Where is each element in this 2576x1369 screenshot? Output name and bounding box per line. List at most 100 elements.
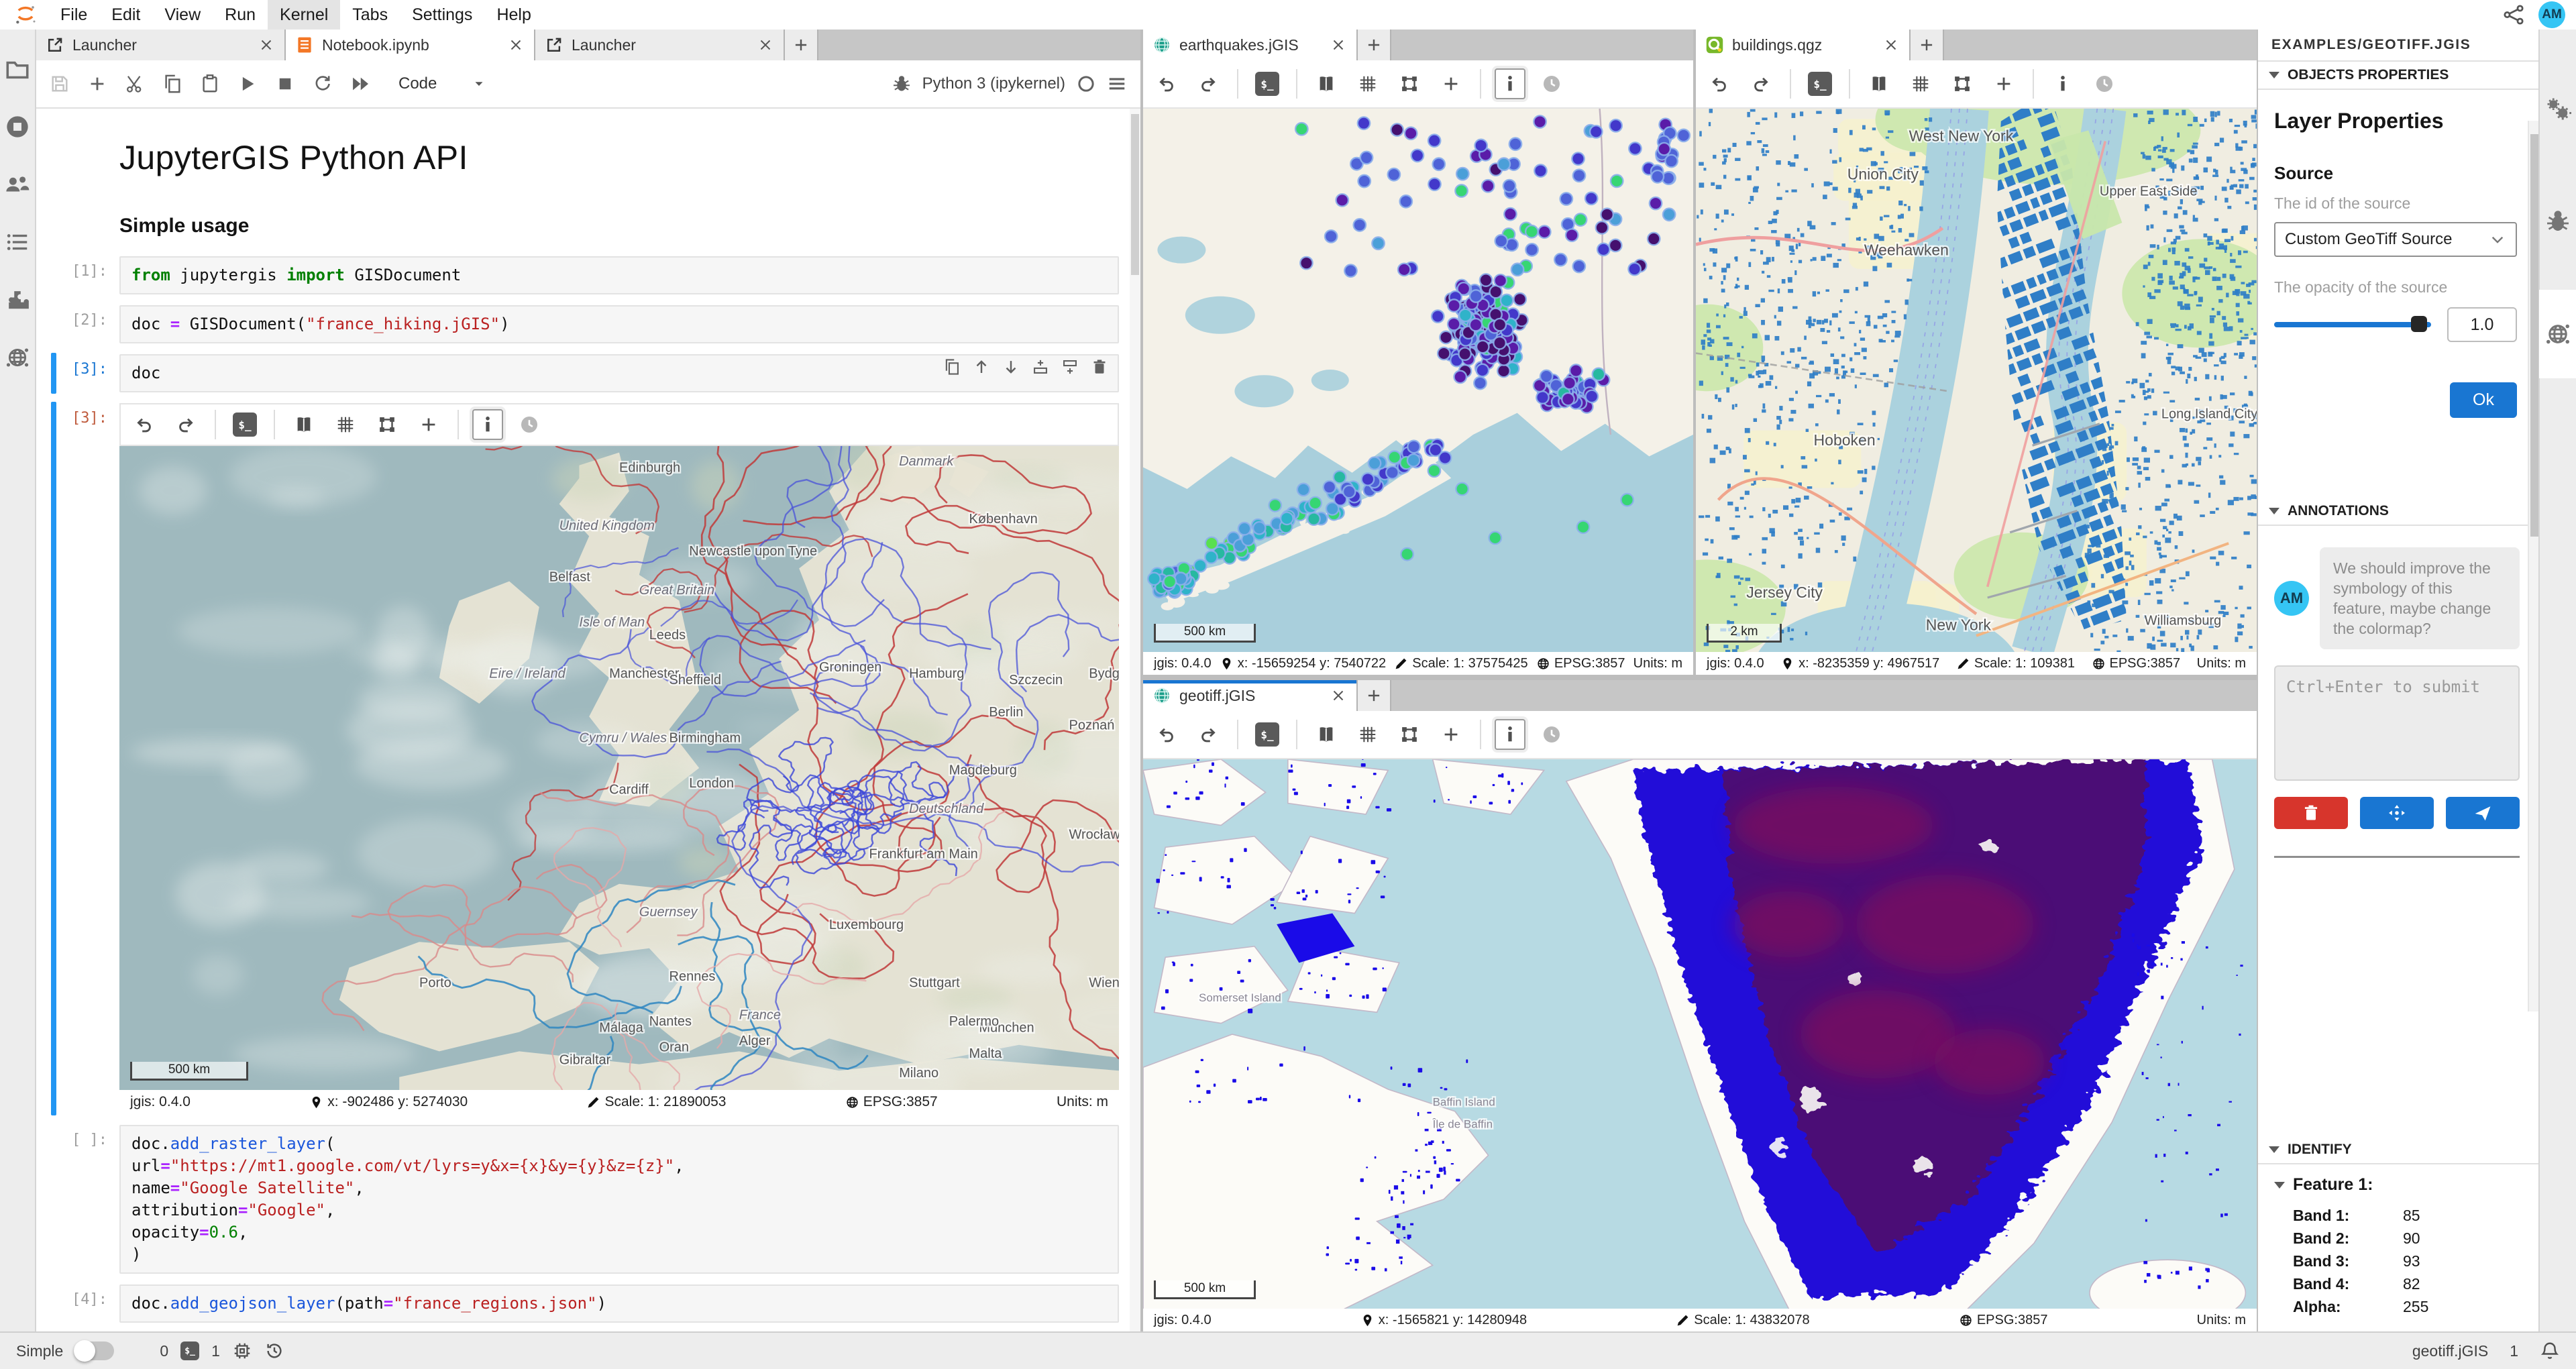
france-map[interactable]: 500 kmEdinburghUnited KingdomNewcastle u… [119, 446, 1119, 1090]
console-button[interactable]: $_ [1805, 68, 1835, 99]
basemap-button[interactable] [288, 409, 319, 440]
cut-cell-button[interactable] [125, 74, 145, 94]
select-button[interactable] [1394, 68, 1425, 99]
center-annotation-button[interactable] [2360, 797, 2434, 829]
opacity-input[interactable]: 1.0 [2447, 307, 2517, 342]
redo-button[interactable] [1193, 68, 1224, 99]
copy-cell-button[interactable] [162, 74, 182, 94]
select-button[interactable] [372, 409, 402, 440]
debugger-button[interactable] [892, 74, 912, 94]
earthquakes-map[interactable]: 500 km [1143, 109, 1693, 652]
delete-cell-button[interactable] [1091, 358, 1108, 376]
extensions-icon[interactable] [5, 287, 30, 313]
console-button[interactable]: $_ [1252, 719, 1283, 750]
new-tab-button[interactable] [1358, 30, 1391, 60]
annotation-input[interactable] [2274, 665, 2520, 781]
menu-tabs[interactable]: Tabs [340, 0, 400, 30]
identify-header[interactable]: IDENTIFY [2258, 1136, 2538, 1164]
table-of-contents-icon[interactable] [5, 229, 30, 255]
close-tab-icon[interactable] [1330, 687, 1347, 704]
grid-button[interactable] [1352, 68, 1383, 99]
identify-button[interactable] [472, 409, 503, 440]
select-button[interactable] [1394, 719, 1425, 750]
grid-button[interactable] [330, 409, 361, 440]
jupytergis-panel-icon[interactable] [5, 345, 30, 370]
new-tab-button[interactable] [1358, 680, 1391, 711]
close-tab-icon[interactable] [1882, 36, 1900, 54]
notebook-cell[interactable]: Simple usage [36, 196, 1140, 251]
basemap-button[interactable] [1864, 68, 1894, 99]
notebook-cell[interactable]: [4]:'d1b1b17e-9f69-4b0f-b5b6-3b5aeb0c0df… [36, 1328, 1140, 1331]
close-tab-icon[interactable] [1330, 36, 1347, 54]
kernel-name[interactable]: Python 3 (ipykernel) [922, 74, 1065, 93]
basemap-button[interactable] [1311, 68, 1342, 99]
code-editor[interactable]: doc.add_raster_layer( url="https://mt1.g… [119, 1125, 1119, 1274]
simple-mode-toggle[interactable] [74, 1341, 114, 1360]
sidebar-scrollbar[interactable] [2528, 121, 2538, 1011]
code-editor[interactable]: doc.add_geojson_layer(path="france_regio… [119, 1284, 1119, 1323]
add-layer-button[interactable] [1436, 68, 1466, 99]
sidebar-tab-property-inspector[interactable] [2539, 64, 2576, 153]
paste-cell-button[interactable] [200, 74, 220, 94]
menu-file[interactable]: File [48, 0, 99, 30]
buildings-map[interactable]: 2 km West New YorkUnion CityUpper East S… [1696, 109, 2257, 652]
close-tab-icon[interactable] [757, 36, 774, 54]
code-editor[interactable]: doc = GISDocument("france_hiking.jGIS") [119, 305, 1119, 343]
temporal-controller-button[interactable] [514, 409, 545, 440]
sidebar-tab-debugger[interactable] [2539, 177, 2576, 266]
user-avatar[interactable]: AM [2538, 1, 2565, 28]
new-launcher-button[interactable] [785, 30, 818, 60]
close-tab-icon[interactable] [258, 36, 275, 54]
terminal-icon[interactable]: $_ [180, 1341, 199, 1360]
notebook-cell[interactable]: [ ]:doc.add_raster_layer( url="https://m… [36, 1119, 1140, 1279]
grid-button[interactable] [1905, 68, 1936, 99]
menu-view[interactable]: View [152, 0, 213, 30]
tab-launcher[interactable]: Launcher [535, 30, 785, 60]
cell-type-dropdown[interactable]: Code [398, 74, 486, 93]
redo-button[interactable] [1193, 719, 1224, 750]
tab-launcher[interactable]: Launcher [36, 30, 286, 60]
opacity-slider[interactable] [2274, 322, 2431, 327]
temporal-controller-button[interactable] [2089, 68, 2120, 99]
new-tab-button[interactable] [1911, 30, 1944, 60]
undo-button[interactable] [129, 409, 160, 440]
select-button[interactable] [1947, 68, 1978, 99]
notebook-cell[interactable]: [4]:doc.add_geojson_layer(path="france_r… [36, 1279, 1140, 1328]
add-cell-button[interactable] [87, 74, 107, 94]
submit-annotation-button[interactable] [2446, 797, 2520, 829]
undo-button[interactable] [1151, 719, 1182, 750]
duplicate-cell-button[interactable] [943, 358, 961, 376]
share-icon[interactable] [2502, 3, 2525, 26]
delete-annotation-button[interactable] [2274, 797, 2348, 829]
insert-cell-above-button[interactable] [1032, 358, 1049, 376]
tab-earthquakes-jgis[interactable]: earthquakes.jGIS [1143, 30, 1358, 60]
annotations-header[interactable]: ANNOTATIONS [2258, 498, 2538, 526]
close-tab-icon[interactable] [507, 36, 525, 54]
identify-button[interactable] [2047, 68, 2078, 99]
ok-button[interactable]: Ok [2450, 382, 2517, 418]
menu-edit[interactable]: Edit [99, 0, 152, 30]
objects-properties-header[interactable]: OBJECTS PROPERTIES [2258, 62, 2538, 90]
tab-geotiff-jgis[interactable]: geotiff.jGIS [1143, 680, 1358, 711]
move-cell-down-button[interactable] [1002, 358, 1020, 376]
tab-buildings-qgz[interactable]: buildings.qgz [1696, 30, 1911, 60]
notebook-cell[interactable]: [3]:$_500 kmEdinburghUnited KingdomNewca… [36, 398, 1140, 1119]
insert-cell-below-button[interactable] [1061, 358, 1079, 376]
geotiff-map[interactable]: 500 km Somerset IslandBaffin IslandÎle d… [1143, 759, 2257, 1309]
notebook-cell[interactable]: [1]:from jupytergis import GISDocument [36, 251, 1140, 300]
identify-button[interactable] [1495, 719, 1525, 750]
console-button[interactable]: $_ [229, 409, 260, 440]
run-cell-button[interactable] [237, 74, 258, 94]
feature-heading[interactable]: Feature 1: [2274, 1175, 2522, 1195]
menu-help[interactable]: Help [484, 0, 543, 30]
running-kernels-icon[interactable] [5, 114, 30, 140]
file-browser-icon[interactable] [5, 56, 30, 82]
basemap-button[interactable] [1311, 719, 1342, 750]
bell-icon[interactable] [2540, 1341, 2560, 1361]
notebook-cell[interactable]: [3]:doc [36, 349, 1140, 398]
slider-handle[interactable] [2411, 316, 2427, 332]
interrupt-kernel-button[interactable] [275, 74, 295, 94]
restart-kernel-button[interactable] [313, 74, 333, 94]
notebook-cell[interactable]: [2]:doc = GISDocument("france_hiking.jGI… [36, 300, 1140, 349]
menu-settings[interactable]: Settings [400, 0, 484, 30]
